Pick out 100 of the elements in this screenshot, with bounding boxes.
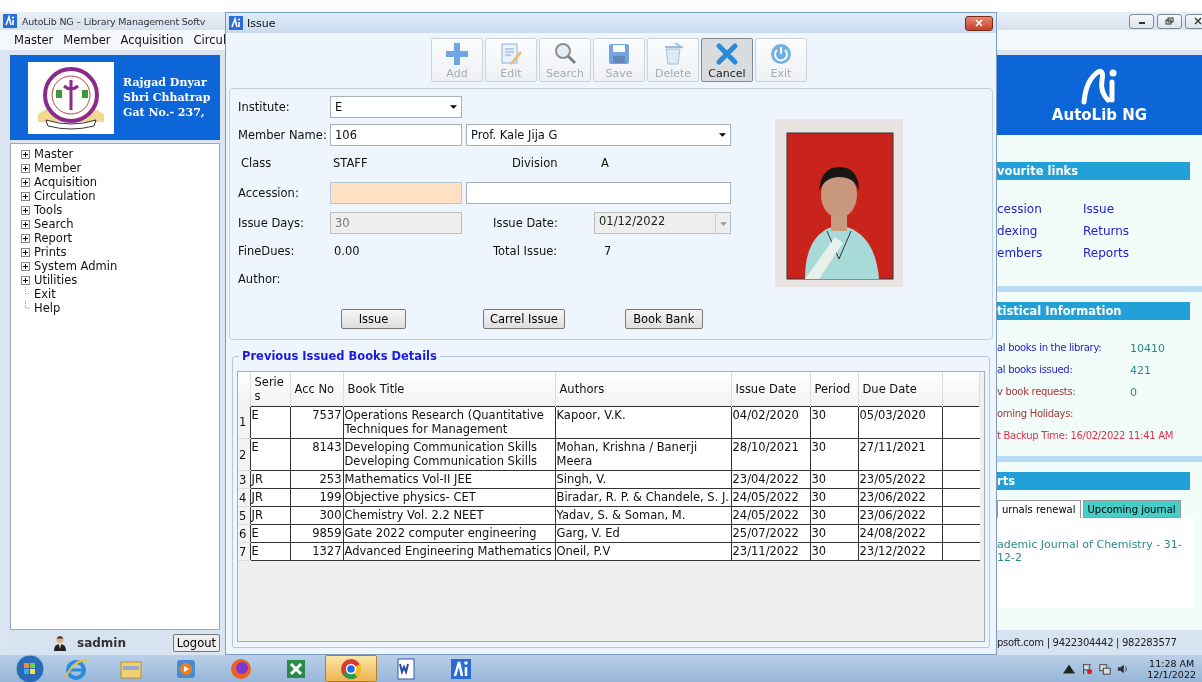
group-title: Previous Issued Books Details (239, 349, 440, 363)
tree-item[interactable]: Help (34, 301, 61, 315)
logout-button[interactable]: Logout (172, 633, 220, 652)
table-cell: 30 (810, 438, 858, 471)
network-icon[interactable] (1099, 662, 1112, 675)
flag-icon[interactable] (1081, 662, 1094, 675)
menu-item[interactable]: Master (14, 33, 54, 47)
dropdown-caret-icon (719, 222, 727, 226)
table-cell: Operations Research (Quantitative Techniques for Management (343, 406, 555, 439)
expand-icon[interactable] (21, 205, 30, 215)
restore-icon (1164, 17, 1175, 25)
field-label: Issue Date: (492, 216, 559, 230)
issue-days-field[interactable]: 30 (330, 212, 462, 234)
institute-name: Gat No.- 237, (123, 105, 206, 120)
toolbar-button[interactable]: Cancel (701, 38, 753, 82)
document-icon (394, 656, 418, 681)
tree-item[interactable]: Prints (34, 245, 67, 259)
table-cell: 30 (810, 406, 858, 439)
statistic-label: v book requests: (997, 386, 1077, 399)
tree-item[interactable]: Exit (34, 287, 56, 301)
member-id-field[interactable]: 106 (330, 124, 462, 146)
expand-icon[interactable] (21, 261, 30, 271)
column-header[interactable]: Issue Date (731, 372, 810, 407)
column-header[interactable]: Period (810, 372, 858, 407)
clock-time[interactable]: 11:28 AM (1149, 657, 1195, 669)
dropdown-caret-icon (450, 105, 457, 109)
tree-item[interactable]: Member (34, 161, 82, 175)
expand-icon[interactable] (21, 149, 30, 159)
alert-item[interactable]: ademic Journal of Chemistry - 31-12-2 (997, 538, 1194, 564)
table-cell: 7537 (290, 406, 343, 439)
action-button[interactable]: Book Bank (624, 309, 703, 329)
expand-icon[interactable] (21, 191, 30, 201)
tree-item[interactable]: Acquisition (34, 175, 97, 189)
tree-item[interactable]: Tools (34, 203, 63, 217)
expand-icon[interactable] (21, 247, 30, 257)
tree-item[interactable]: Report (34, 231, 73, 245)
division-value: A (601, 156, 609, 170)
table-cell: 05/03/2020 (858, 406, 942, 439)
tree-item[interactable]: Utilities (34, 273, 78, 287)
section-title: tistical Information (997, 302, 1190, 320)
expand-icon[interactable] (21, 163, 30, 173)
table-cell: Developing Communication Skills Developing Communication Skills (343, 438, 555, 471)
favourite-link[interactable]: Issue (1083, 202, 1202, 216)
power-icon (769, 42, 793, 66)
action-button[interactable]: Issue (341, 309, 406, 329)
table-cell: 28/10/2021 (731, 438, 810, 471)
institute-dropdown[interactable]: E (330, 96, 462, 118)
favourite-link[interactable]: embers (997, 246, 1083, 260)
accession-title-field[interactable] (466, 182, 731, 204)
expand-icon[interactable] (21, 275, 30, 285)
statistic-label: oming Holidays: (997, 408, 1075, 421)
alert-tab[interactable]: Upcoming journal (1082, 500, 1181, 518)
user-name: sadmin (77, 635, 126, 650)
dropdown-caret-icon (719, 133, 726, 137)
action-button[interactable]: Carrel Issue (483, 309, 565, 329)
close-button[interactable] (1185, 13, 1202, 29)
alert-tab[interactable]: urnals renewal (997, 500, 1081, 518)
contact-info: psoft.com | 9422304442 | 982283577 (997, 637, 1177, 648)
volume-icon[interactable] (1117, 662, 1130, 675)
field-label: Division (512, 156, 559, 170)
show-hidden-icon[interactable] (1063, 662, 1076, 675)
favourite-link[interactable]: Returns (1083, 224, 1202, 238)
issue-date-picker[interactable]: 01/12/2022 (594, 212, 731, 234)
favourite-link[interactable]: dexing (997, 224, 1083, 238)
field-label: Author: (238, 272, 282, 286)
menu-item[interactable]: Member (63, 33, 111, 47)
column-header[interactable]: Series (250, 372, 290, 407)
expand-icon[interactable] (21, 177, 30, 187)
column-header[interactable]: Due Date (858, 372, 942, 407)
section-title: rts (997, 472, 1190, 490)
tree-item[interactable]: Search (34, 217, 74, 231)
dialog-title: Issue (247, 16, 276, 30)
tree-item[interactable]: Master (34, 147, 74, 161)
expand-icon[interactable] (21, 219, 30, 229)
column-header[interactable]: Authors (555, 372, 731, 407)
institute-name: Shri Chhatrap (123, 90, 211, 105)
section-title: vourite links (997, 162, 1190, 180)
statistic-value: 421 (1130, 364, 1151, 379)
table-cell: 27/11/2021 (858, 438, 942, 471)
statistic-label: t Backup Time: 16/02/2022 11:41 AM (997, 430, 1174, 443)
restore-button[interactable] (1157, 13, 1182, 29)
tree-item[interactable]: System Admin (34, 259, 118, 273)
edit-icon (499, 42, 523, 66)
taskbar-button[interactable] (325, 655, 377, 682)
expand-icon[interactable] (21, 233, 30, 243)
accession-field[interactable] (330, 182, 462, 204)
field-label: Issue Days: (238, 216, 305, 230)
field-label: Class (240, 156, 273, 170)
clock-date[interactable]: 12/1/2022 (1147, 668, 1196, 680)
tree-item[interactable]: Circulation (34, 189, 96, 203)
favourite-link[interactable]: cession (997, 202, 1083, 216)
close-button[interactable] (965, 15, 993, 31)
column-header[interactable]: Acc No (290, 372, 343, 407)
minimize-button[interactable] (1129, 13, 1154, 29)
favourite-link[interactable]: Reports (1083, 246, 1202, 260)
menu-item[interactable]: Circul (193, 33, 227, 47)
start-button[interactable] (13, 655, 47, 682)
column-header[interactable]: Book Title (343, 372, 555, 407)
member-name-dropdown[interactable]: Prof. Kale Jija G (466, 124, 731, 146)
menu-item[interactable]: Acquisition (120, 33, 184, 47)
